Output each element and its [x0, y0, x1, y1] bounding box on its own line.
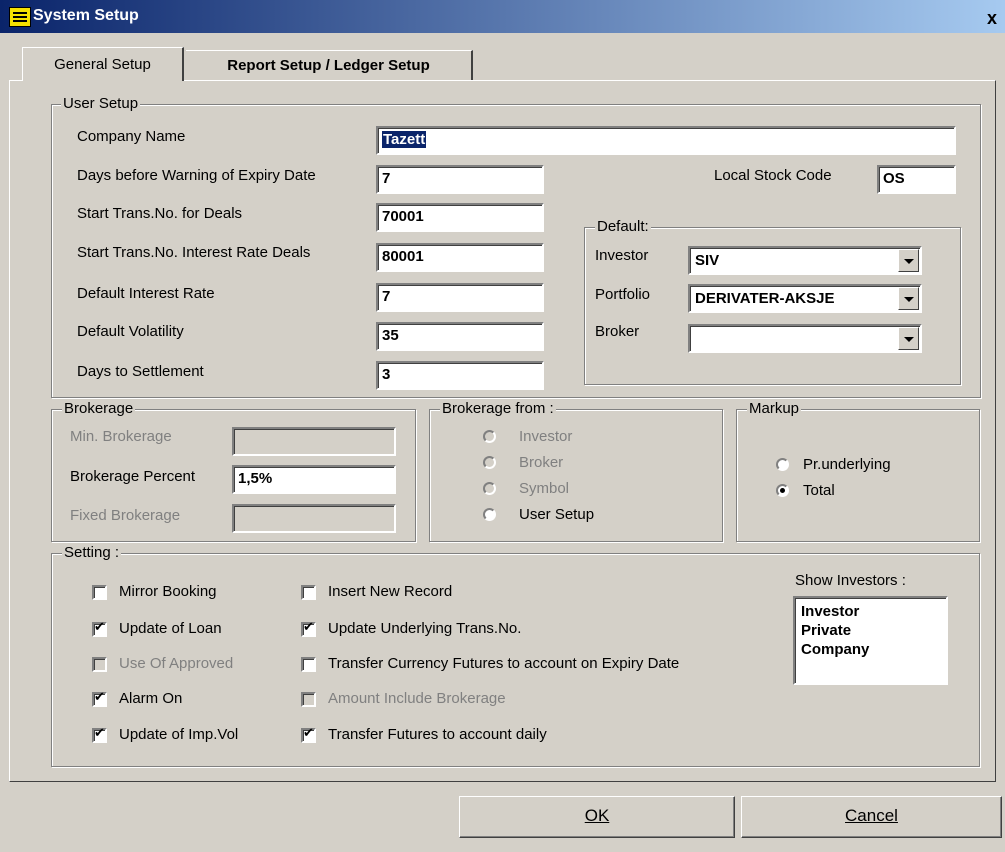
radio-pr-underlying[interactable]	[776, 458, 789, 471]
checkbox-transfer-currency-futures[interactable]	[301, 657, 316, 672]
brokerage-from-legend: Brokerage from :	[440, 400, 556, 417]
checkbox-alarm-on[interactable]	[92, 690, 107, 707]
tab-report-ledger-setup[interactable]: Report Setup / Ledger Setup	[186, 50, 473, 80]
portfolio-select[interactable]: DERIVATER-AKSJE	[688, 284, 922, 313]
cancel-button-label: Cancel	[845, 806, 898, 825]
start-trans-interest-label: Start Trans.No. Interest Rate Deals	[77, 244, 311, 261]
checkbox-update-of-loan[interactable]	[92, 620, 107, 637]
transfer-futures-daily-label: Transfer Futures to account daily	[328, 726, 547, 743]
radio-user-setup-label: User Setup	[519, 506, 595, 523]
portfolio-value: DERIVATER-AKSJE	[695, 290, 835, 307]
default-legend: Default:	[595, 218, 651, 235]
radio-broker-label: Broker	[519, 454, 564, 471]
amount-include-brokerage-label: Amount Include Brokerage	[328, 690, 506, 707]
user-setup-legend: User Setup	[61, 95, 141, 112]
close-button[interactable]: x	[982, 9, 1002, 29]
checkbox-transfer-futures-daily[interactable]	[301, 726, 316, 743]
setting-legend: Setting :	[62, 544, 122, 561]
checkbox-amount-include-brokerage	[301, 692, 316, 707]
markup-legend: Markup	[747, 400, 802, 417]
broker-label: Broker	[595, 323, 640, 340]
investor-label: Investor	[595, 247, 649, 264]
ok-button-label: OK	[584, 806, 610, 825]
title-bar	[0, 0, 1005, 33]
radio-symbol-label: Symbol	[519, 480, 570, 497]
min-brokerage-field	[232, 427, 396, 456]
default-volatility-label: Default Volatility	[77, 323, 184, 340]
cancel-button[interactable]: Cancel	[741, 796, 1002, 838]
update-underlying-trans-label: Update Underlying Trans.No.	[328, 620, 522, 637]
start-trans-deals-label: Start Trans.No. for Deals	[77, 205, 243, 222]
brokerage-legend: Brokerage	[62, 400, 136, 417]
update-of-loan-label: Update of Loan	[119, 620, 222, 637]
radio-user-setup[interactable]	[483, 508, 496, 521]
mirror-booking-label: Mirror Booking	[119, 583, 217, 600]
start-trans-interest-field[interactable]: 80001	[376, 243, 544, 272]
fixed-brokerage-field	[232, 504, 396, 533]
brokerage-percent-label: Brokerage Percent	[70, 468, 196, 485]
chevron-down-icon[interactable]	[898, 287, 919, 310]
fixed-brokerage-label: Fixed Brokerage	[70, 507, 181, 524]
broker-select[interactable]	[688, 324, 922, 353]
transfer-currency-futures-label: Transfer Currency Futures to account on …	[328, 655, 680, 672]
radio-total[interactable]	[776, 484, 789, 497]
radio-investor-label: Investor	[519, 428, 573, 445]
tab-general-setup[interactable]: General Setup	[22, 47, 184, 81]
days-settlement-label: Days to Settlement	[77, 363, 204, 380]
checkbox-update-imp-vol[interactable]	[92, 726, 107, 743]
radio-pr-underlying-label: Pr.underlying	[803, 456, 891, 473]
radio-total-label: Total	[803, 482, 835, 499]
default-volatility-field[interactable]: 35	[376, 322, 544, 351]
min-brokerage-label: Min. Brokerage	[70, 428, 172, 445]
investor-value: SIV	[695, 252, 720, 269]
markup-group	[736, 409, 980, 542]
radio-broker	[483, 456, 496, 469]
investor-select[interactable]: SIV	[688, 246, 922, 275]
chevron-down-icon[interactable]	[898, 327, 919, 350]
local-stock-code-field[interactable]: OS	[877, 165, 956, 194]
app-icon	[9, 7, 31, 27]
show-investors-label: Show Investors :	[795, 572, 906, 589]
days-warning-label: Days before Warning of Expiry Date	[77, 167, 316, 184]
default-interest-label: Default Interest Rate	[77, 285, 215, 302]
company-name-label: Company Name	[77, 128, 186, 145]
radio-symbol	[483, 482, 496, 495]
portfolio-label: Portfolio	[595, 286, 651, 303]
ok-button[interactable]: OK	[459, 796, 735, 838]
local-stock-code-label: Local Stock Code	[714, 167, 832, 184]
brokerage-percent-field[interactable]: 1,5%	[232, 465, 396, 494]
company-name-field[interactable]: Tazett	[376, 126, 956, 155]
alarm-on-label: Alarm On	[119, 690, 183, 707]
list-item[interactable]: Private	[801, 621, 940, 640]
days-settlement-field[interactable]: 3	[376, 361, 544, 390]
chevron-down-icon[interactable]	[898, 249, 919, 272]
list-item[interactable]: Investor	[801, 602, 940, 621]
days-warning-field[interactable]: 7	[376, 165, 544, 194]
radio-investor	[483, 430, 496, 443]
insert-new-record-label: Insert New Record	[328, 583, 453, 600]
checkbox-update-underlying-trans[interactable]	[301, 620, 316, 637]
default-interest-field[interactable]: 7	[376, 283, 544, 312]
window-title: System Setup	[33, 7, 139, 24]
company-name-value: Tazett	[382, 131, 427, 148]
start-trans-deals-field[interactable]: 70001	[376, 203, 544, 232]
checkbox-mirror-booking[interactable]	[92, 585, 107, 600]
update-imp-vol-label: Update of Imp.Vol	[119, 726, 239, 743]
show-investors-list[interactable]: Investor Private Company	[793, 596, 948, 685]
checkbox-insert-new-record[interactable]	[301, 585, 316, 600]
list-item[interactable]: Company	[801, 640, 940, 659]
use-of-approved-label: Use Of Approved	[119, 655, 234, 672]
checkbox-use-of-approved	[92, 657, 107, 672]
